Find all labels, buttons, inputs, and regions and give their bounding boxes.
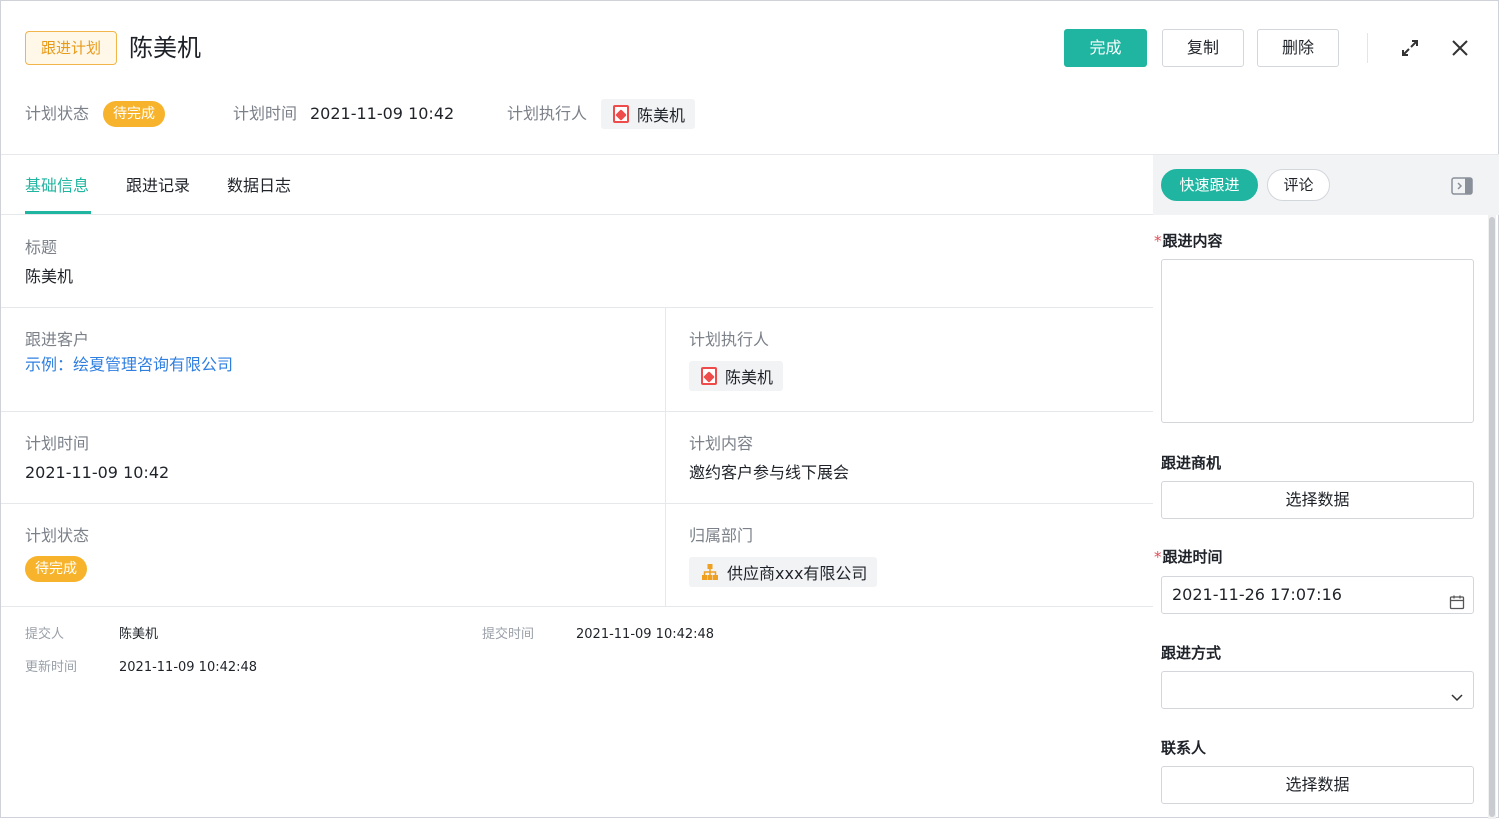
submitter-link[interactable]: 陈美机 [119, 626, 158, 644]
complete-button[interactable]: 完成 [1064, 29, 1147, 67]
field-plan-content-label: 计划内容 [689, 434, 754, 453]
tab-follow-records[interactable]: 跟进记录 [126, 175, 190, 197]
field-executor-name: 陈美机 [725, 368, 774, 387]
select-opportunity-button[interactable]: 选择数据 [1161, 481, 1474, 519]
detail-tabs: 基础信息 跟进记录 数据日志 [1, 155, 1153, 215]
scrollbar-thumb[interactable] [1489, 217, 1495, 817]
row-divider [1, 606, 1153, 607]
field-customer-label: 跟进客户 [25, 330, 90, 349]
field-plan-content-value: 邀约客户参与线下展会 [689, 463, 850, 482]
collapse-panel-icon[interactable] [1451, 177, 1473, 195]
field-customer-link[interactable]: 示例：绘夏管理咨询有限公司 [25, 354, 233, 376]
tab-data-log[interactable]: 数据日志 [227, 175, 291, 197]
meta-status-label: 计划状态 [25, 104, 90, 123]
submit-time-label: 提交时间 [482, 627, 535, 642]
basic-info-panel: 标题 陈美机 跟进客户 示例：绘夏管理咨询有限公司 计划执行人 陈美机 计划时间… [1, 215, 1153, 819]
chevron-down-icon [1449, 682, 1465, 702]
header-divider [1367, 33, 1368, 63]
update-time-value: 2021-11-09 10:42:48 [119, 660, 258, 675]
follow-time-label: *跟进时间 [1154, 548, 1223, 566]
user-avatar-icon [613, 105, 629, 123]
panel-scrollbar[interactable] [1488, 215, 1496, 819]
executor-name: 陈美机 [637, 106, 686, 125]
calendar-icon[interactable] [1449, 587, 1465, 610]
org-tree-icon [701, 563, 719, 581]
field-department-name: 供应商xxx有限公司 [727, 564, 868, 583]
detail-dialog: 跟进计划 陈美机 完成 复制 删除 计划状态 待完成 计划时间 2021-11-… [0, 0, 1499, 819]
row-divider [1, 411, 1153, 412]
select-contact-button[interactable]: 选择数据 [1161, 766, 1474, 804]
meta-executor-label: 计划执行人 [507, 104, 588, 123]
update-time-label: 更新时间 [25, 660, 78, 675]
meta-time-value: 2021-11-09 10:42 [310, 104, 455, 123]
contact-label: 联系人 [1161, 739, 1207, 757]
column-divider [665, 307, 666, 606]
follow-method-label: 跟进方式 [1161, 644, 1222, 662]
status-badge: 待完成 [103, 101, 165, 127]
row-divider [1, 307, 1153, 308]
follow-time-input[interactable]: 2021-11-26 17:07:16 [1161, 576, 1474, 614]
active-tab-indicator [25, 211, 91, 214]
tab-comment[interactable]: 评论 [1267, 169, 1330, 201]
field-executor-chip[interactable]: 陈美机 [689, 361, 784, 391]
copy-button[interactable]: 复制 [1162, 29, 1244, 67]
field-department-chip[interactable]: 供应商xxx有限公司 [689, 557, 878, 587]
field-plan-time-label: 计划时间 [25, 434, 90, 453]
follow-content-textarea[interactable] [1161, 259, 1474, 423]
user-avatar-icon [701, 367, 717, 385]
quick-follow-panel: 快速跟进 评论 *跟进内容 跟进商机 选择数据 *跟进时间 2021-11-26… [1153, 155, 1499, 819]
field-plan-time-value: 2021-11-09 10:42 [25, 463, 170, 482]
field-title-label: 标题 [25, 238, 58, 257]
close-icon[interactable] [1447, 35, 1473, 61]
record-type-badge: 跟进计划 [25, 31, 117, 65]
field-department-label: 归属部门 [689, 526, 754, 545]
field-executor-label: 计划执行人 [689, 330, 770, 349]
panel-header: 快速跟进 评论 [1153, 155, 1499, 215]
record-title: 陈美机 [129, 34, 201, 62]
follow-content-label: *跟进内容 [1154, 232, 1223, 250]
executor-chip[interactable]: 陈美机 [601, 99, 696, 129]
follow-opportunity-label: 跟进商机 [1161, 454, 1222, 472]
field-plan-status-label: 计划状态 [25, 526, 90, 545]
submitter-label: 提交人 [25, 627, 65, 642]
field-status-badge: 待完成 [25, 556, 87, 582]
submit-time-value: 2021-11-09 10:42:48 [576, 627, 715, 642]
delete-button[interactable]: 删除 [1257, 29, 1339, 67]
follow-time-value: 2021-11-26 17:07:16 [1172, 585, 1342, 604]
row-divider [1, 503, 1153, 504]
meta-time-label: 计划时间 [233, 104, 298, 123]
expand-icon[interactable] [1397, 35, 1423, 61]
tab-quick-follow[interactable]: 快速跟进 [1161, 169, 1258, 201]
dialog-header: 跟进计划 陈美机 完成 复制 删除 计划状态 待完成 计划时间 2021-11-… [1, 1, 1499, 155]
follow-method-select[interactable] [1161, 671, 1474, 709]
field-title-value: 陈美机 [25, 267, 74, 286]
tab-basic-info[interactable]: 基础信息 [25, 175, 89, 197]
